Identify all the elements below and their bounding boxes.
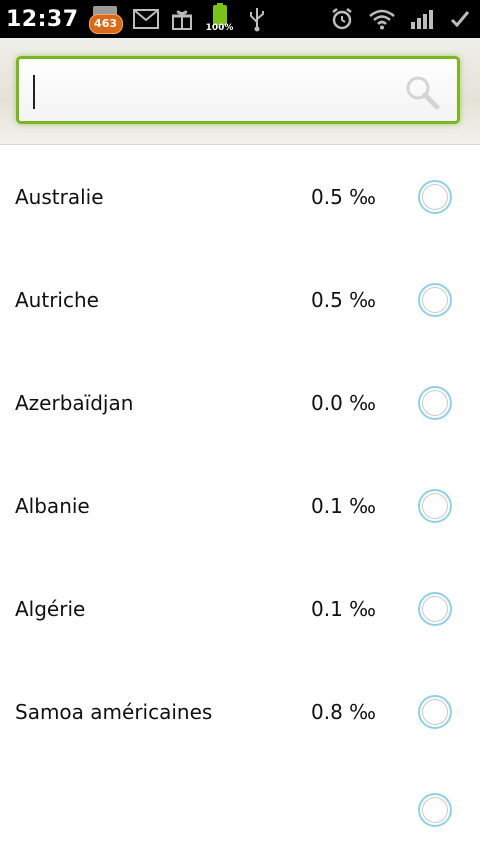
country-list: Australie 0.5 ‰ Autriche 0.5 ‰ Azerbaïdj… [0,145,480,866]
alarm-icon [332,8,352,30]
search-input[interactable] [29,69,393,113]
country-rate: 0.8 ‰ [311,699,376,724]
signal-icon [411,10,433,29]
country-name: Autriche [15,287,99,312]
country-name: Albanie [15,493,90,518]
radio-button[interactable] [418,179,452,214]
country-rate: 0.0 ‰ [311,390,376,415]
list-item[interactable]: Australie 0.5 ‰ [0,145,480,248]
list-item[interactable]: Albanie 0.1 ‰ [0,454,480,557]
system-icons [330,0,470,38]
country-name: Azerbaïdjan [15,390,134,415]
country-rate: 0.5 ‰ [311,184,376,209]
radio-button[interactable] [418,488,452,523]
text-cursor [33,75,35,109]
gmail-icon [132,9,159,29]
country-name: Samoa américaines [15,699,213,724]
clock: 12:37 [6,6,79,32]
radio-button[interactable] [418,694,452,729]
country-rate: 0.5 ‰ [311,287,376,312]
search-icon[interactable] [403,73,443,113]
list-item[interactable] [0,763,480,866]
status-bar: 12:37 463 100% [0,0,480,38]
list-item[interactable]: Azerbaïdjan 0.0 ‰ [0,351,480,454]
list-item[interactable]: Autriche 0.5 ‰ [0,248,480,351]
country-rate: 0.1 ‰ [311,596,376,621]
battery-percent: 100% [205,23,234,33]
checkmark-icon [450,11,470,28]
radio-button[interactable] [418,385,452,420]
country-name: Australie [15,184,104,209]
list-item[interactable]: Samoa américaines 0.8 ‰ [0,660,480,763]
gift-icon [171,10,192,30]
usb-icon [249,8,264,32]
search-header [0,38,480,145]
country-name: Algérie [15,596,86,621]
wifi-icon [369,9,395,30]
battery-icon: 100% [205,3,235,35]
gmail-notification: 463 [88,4,123,34]
notification-icons: 463 100% [88,3,267,35]
list-item[interactable]: Algérie 0.1 ‰ [0,557,480,660]
radio-button[interactable] [418,282,452,317]
radio-button[interactable] [418,793,452,827]
radio-button[interactable] [418,591,452,626]
mail-count-badge: 463 [88,14,123,34]
country-rate: 0.1 ‰ [311,493,376,518]
search-box[interactable] [16,56,460,124]
